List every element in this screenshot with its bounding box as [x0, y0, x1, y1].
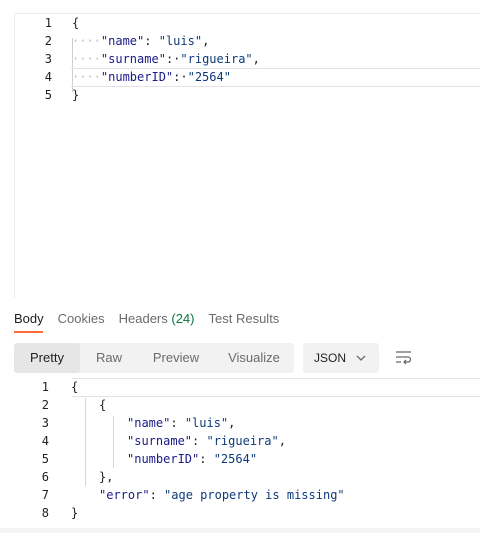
json-key: "numberID" [127, 452, 200, 466]
code-line: 3 "name": "luis", [14, 414, 480, 432]
tab-headers-label: Headers [118, 311, 168, 326]
code-text: "numberID": "2564" [127, 452, 258, 466]
preview-button[interactable]: Preview [138, 343, 214, 373]
json-key: "numberID" [100, 70, 174, 84]
request-body-editor[interactable]: 1 { 2 ····"name": "luis", 3 ····"surname… [14, 13, 480, 298]
json-value: "luis" [158, 34, 203, 48]
code-line: 5 } [15, 86, 480, 104]
line-number: 3 [41, 416, 49, 430]
json-key: "surname" [127, 434, 193, 448]
line-number: 3 [44, 52, 52, 66]
json-key: "surname" [100, 52, 166, 66]
code-line: 7 "error": "age property is missing" [14, 486, 480, 504]
json-key: "name" [100, 34, 145, 48]
code-line: 1 { [15, 14, 480, 32]
format-segmented-control: Pretty Raw Preview Visualize [14, 343, 294, 373]
json-key: "name" [127, 416, 171, 430]
code-line: 2 { [14, 396, 480, 414]
code-line: 4 "surname": "rigueira", [14, 432, 480, 450]
code-text: ····"name": "luis", [72, 34, 210, 48]
code-text: { [71, 380, 79, 394]
line-number: 6 [41, 470, 49, 484]
code-text: "error": "age property is missing" [99, 488, 345, 502]
code-text: ····"numberID":·"2564" [72, 70, 231, 84]
language-select[interactable]: JSON [303, 343, 379, 373]
code-text: { [72, 16, 80, 30]
line-number: 1 [41, 380, 49, 394]
pretty-button[interactable]: Pretty [14, 343, 80, 373]
code-text: } [72, 88, 80, 102]
code-text: { [99, 398, 107, 412]
json-key: "error" [99, 488, 150, 502]
code-line: 2 ····"name": "luis", [15, 32, 480, 50]
code-text: ····"surname":·"rigueira", [72, 52, 260, 66]
code-text: }, [99, 470, 114, 484]
language-select-value: JSON [314, 351, 347, 365]
code-line: 8 } [14, 504, 480, 522]
tab-cookies[interactable]: Cookies [58, 308, 105, 332]
line-number: 8 [41, 506, 49, 520]
bottom-divider [0, 528, 480, 533]
line-number: 1 [44, 16, 52, 30]
code-line: 3 ····"surname":·"rigueira", [15, 50, 480, 68]
line-number: 5 [44, 88, 52, 102]
tab-body[interactable]: Body [14, 308, 44, 332]
json-value: "rigueira" [180, 52, 253, 66]
code-line: 4 ····"numberID":·"2564" [15, 68, 480, 86]
code-line: 5 "numberID": "2564" [14, 450, 480, 468]
code-text: "surname": "rigueira", [127, 434, 286, 448]
tab-headers[interactable]: Headers (24) [119, 308, 195, 332]
raw-button[interactable]: Raw [80, 343, 138, 373]
code-line: 6 }, [14, 468, 480, 486]
json-value: "age property is missing" [164, 488, 345, 502]
json-value: "luis" [184, 416, 229, 430]
line-number: 2 [44, 34, 52, 48]
json-value: "2564" [213, 452, 258, 466]
json-value: "2564" [187, 70, 231, 84]
headers-count: (24) [171, 311, 195, 326]
tab-test-results[interactable]: Test Results [209, 308, 280, 332]
line-number: 4 [44, 70, 52, 84]
line-number: 7 [41, 488, 49, 502]
code-line: 1 { [14, 378, 480, 396]
response-body-viewer[interactable]: 1 { 2 { 3 "name": "luis", 4 "surname": "… [14, 378, 480, 528]
line-number: 5 [41, 452, 49, 466]
line-number: 4 [41, 434, 49, 448]
response-tabs: Body Cookies Headers (24) Test Results [14, 308, 293, 332]
line-number: 2 [41, 398, 49, 412]
active-tab-indicator [14, 331, 43, 333]
visualize-button[interactable]: Visualize [214, 343, 294, 373]
code-text: "name": "luis", [127, 416, 236, 430]
json-value: "rigueira" [206, 434, 279, 448]
code-text: } [71, 506, 79, 520]
word-wrap-icon[interactable] [395, 349, 413, 367]
